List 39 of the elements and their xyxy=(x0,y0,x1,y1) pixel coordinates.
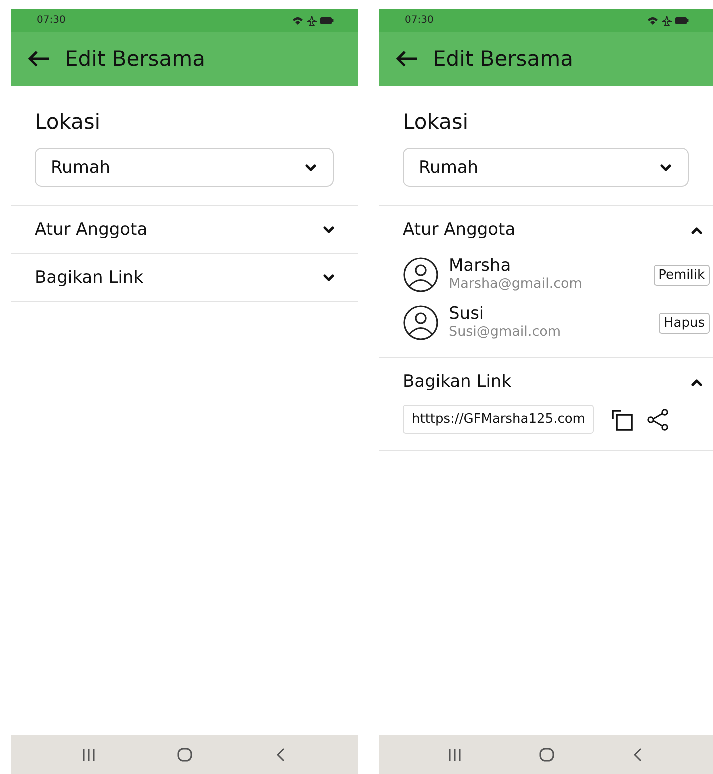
wifi-icon xyxy=(292,16,304,26)
share-icon[interactable] xyxy=(646,408,670,432)
recent-apps-icon[interactable] xyxy=(82,748,96,762)
recent-apps-icon[interactable] xyxy=(448,748,462,762)
member-name: Susi xyxy=(449,305,486,324)
airplane-icon xyxy=(662,16,672,26)
member-action-button[interactable]: Hapus xyxy=(658,312,710,334)
status-time: 07:30 xyxy=(37,15,66,26)
back-icon[interactable] xyxy=(275,746,288,762)
user-avatar-icon xyxy=(403,257,439,293)
section-header[interactable]: Atur Anggota xyxy=(35,206,358,253)
status-time: 07:30 xyxy=(405,15,434,26)
copy-icon[interactable] xyxy=(610,408,634,432)
field-label: Lokasi xyxy=(35,110,102,134)
field-label: Lokasi xyxy=(403,110,470,134)
back-arrow-icon[interactable] xyxy=(27,49,51,69)
battery-icon xyxy=(675,16,689,24)
link-field[interactable]: htttps://GFMarsha125.com xyxy=(403,405,594,434)
wifi-icon xyxy=(647,16,659,26)
section-header[interactable]: Bagikan Link xyxy=(35,254,358,301)
battery-icon xyxy=(320,16,334,24)
back-arrow-icon[interactable] xyxy=(395,49,419,69)
section-header[interactable]: Bagikan Link xyxy=(403,358,713,405)
back-icon[interactable] xyxy=(632,746,644,762)
home-icon[interactable] xyxy=(538,746,555,762)
location-dropdown[interactable]: Rumah xyxy=(35,148,334,187)
home-icon[interactable] xyxy=(177,746,194,762)
chevron-down-icon xyxy=(305,162,317,172)
section-header[interactable]: Atur Anggota xyxy=(403,206,713,253)
screen-title: Edit Bersama xyxy=(433,47,574,71)
member-email: Marsha@gmail.com xyxy=(449,276,584,293)
user-avatar-icon xyxy=(403,305,439,341)
member-email: Susi@gmail.com xyxy=(449,324,562,341)
airplane-icon xyxy=(307,16,317,26)
chevron-down-icon xyxy=(660,162,672,172)
location-dropdown[interactable]: Rumah xyxy=(403,148,689,187)
screen-title: Edit Bersama xyxy=(65,47,206,71)
member-action-button[interactable]: Pemilik xyxy=(654,264,710,286)
member-name: Marsha xyxy=(449,257,512,276)
